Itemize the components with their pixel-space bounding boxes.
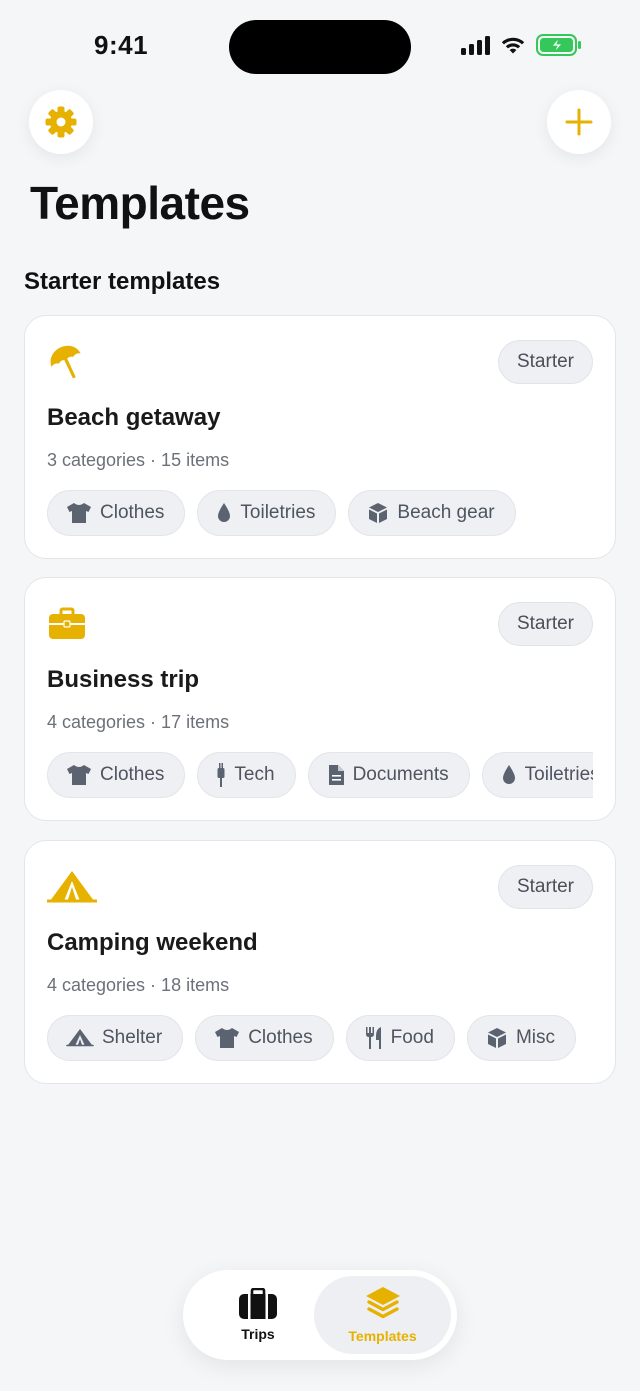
box-icon (487, 1028, 506, 1048)
card-meta: 3 categories · 15 items (47, 450, 230, 470)
chip-label: Clothes (100, 764, 165, 785)
document-icon (328, 765, 344, 785)
droplet-icon (218, 503, 231, 522)
card-title: Beach getaway (47, 404, 221, 431)
chip-label: Clothes (248, 1027, 313, 1048)
card-title: Business trip (47, 666, 200, 693)
status-icons (461, 34, 582, 56)
category-chip: Toiletries (197, 490, 337, 536)
category-chip: Toiletries (481, 752, 593, 798)
utensils-icon (365, 1027, 381, 1049)
category-chip-row[interactable]: Clothes Tech Documents Toiletries (47, 752, 593, 800)
tshirt-icon (215, 1028, 240, 1048)
chip-label: Misc (515, 1027, 555, 1048)
plug-icon (217, 763, 225, 787)
chip-label: Documents (352, 764, 449, 785)
chip-label: Food (390, 1027, 434, 1048)
category-chip-row: Shelter Clothes Food Misc (47, 1015, 593, 1063)
battery-icon (536, 34, 581, 56)
gear-icon (45, 106, 77, 138)
add-template-button[interactable] (547, 90, 611, 154)
chip-label: Beach gear (397, 502, 495, 523)
chip-label: Shelter (102, 1027, 163, 1048)
suitcase-icon (239, 1288, 277, 1319)
plus-icon (565, 108, 593, 136)
template-card-business-trip[interactable]: Starter Business trip 4 categories · 17 … (24, 577, 616, 821)
card-meta: 4 categories · 17 items (47, 712, 230, 732)
tab-templates[interactable]: Templates (314, 1276, 451, 1354)
card-meta: 4 categories · 18 items (47, 975, 230, 995)
category-chip: Misc (466, 1015, 576, 1061)
category-chip: Shelter (47, 1015, 184, 1061)
droplet-icon (502, 765, 515, 784)
category-chip: Beach gear (348, 490, 516, 536)
tent-icon (66, 1029, 94, 1047)
wifi-icon (501, 37, 525, 54)
section-title: Starter templates (24, 268, 221, 295)
starter-badge: Starter (497, 865, 593, 909)
chip-label: Toiletries (240, 502, 316, 523)
card-title: Camping weekend (47, 929, 258, 956)
tshirt-icon (67, 765, 91, 785)
tab-label: Trips (241, 1326, 275, 1342)
category-chip: Documents (307, 752, 470, 798)
tab-trips[interactable]: Trips (197, 1276, 319, 1354)
starter-badge: Starter (497, 602, 593, 646)
category-chip: Food (345, 1015, 455, 1061)
settings-button[interactable] (29, 90, 93, 154)
template-card-beach-getaway[interactable]: Starter Beach getaway 3 categories · 15 … (24, 315, 616, 559)
category-chip: Tech (197, 752, 296, 798)
category-chip: Clothes (47, 752, 186, 798)
box-icon (369, 503, 388, 523)
chip-label: Clothes (100, 502, 165, 523)
tab-label: Templates (348, 1328, 417, 1344)
tab-bar: Trips Templates (183, 1270, 457, 1360)
status-bar: 9:41 (0, 0, 640, 90)
signal-icon (461, 35, 490, 55)
chip-label: Tech (234, 764, 275, 785)
tent-icon (47, 871, 97, 903)
chip-label: Toiletries (524, 764, 593, 785)
dynamic-island (229, 20, 411, 74)
tshirt-icon (67, 503, 91, 523)
umbrella-icon (50, 345, 81, 379)
status-time: 9:41 (94, 30, 149, 60)
category-chip-row: Clothes Toiletries Beach gear (47, 490, 593, 538)
template-card-camping-weekend[interactable]: Starter Camping weekend 4 categories · 1… (24, 840, 616, 1084)
briefcase-icon (49, 607, 85, 639)
category-chip: Clothes (195, 1015, 334, 1061)
starter-badge: Starter (497, 340, 593, 384)
layers-icon (365, 1287, 400, 1319)
page-title: Templates (30, 177, 250, 229)
category-chip: Clothes (47, 490, 186, 536)
